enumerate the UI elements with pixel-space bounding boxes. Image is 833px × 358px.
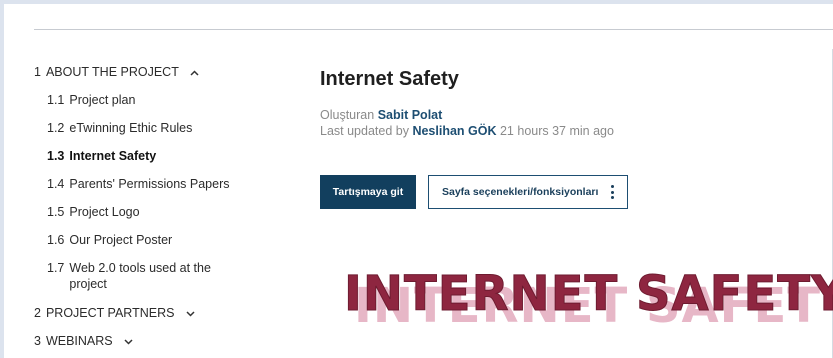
page-project-plan[interactable]: 1.1 Project plan (47, 92, 135, 108)
page-web-tools[interactable]: 1.7 Web 2.0 tools used at the project (47, 260, 227, 292)
internet-safety-banner-image: INTERNET SAFETY INTERNET SAFETY (344, 270, 833, 336)
chevron-down-icon[interactable] (124, 339, 133, 345)
section-number: 3 (34, 334, 41, 348)
page-number: 1.7 (47, 261, 65, 275)
page-number: 1.6 (47, 233, 65, 247)
section-about-the-project[interactable]: 1 ABOUT THE PROJECT (34, 64, 199, 80)
page-parents-permissions-papers[interactable]: 1.4 Parents' Permissions Papers (47, 176, 229, 192)
page-title: Internet Safety (320, 68, 459, 90)
page-label: Our Project Poster (69, 233, 173, 247)
updated-by-line: Last updated by Neslihan GÖK 21 hours 37… (320, 124, 614, 138)
created-prefix: Oluşturan (320, 108, 375, 122)
chevron-down-icon[interactable] (186, 311, 195, 317)
page-project-logo[interactable]: 1.5 Project Logo (47, 204, 140, 220)
updated-time: 21 hours 37 min ago (499, 124, 614, 138)
section-project-partners[interactable]: 2 PROJECT PARTNERS (34, 305, 195, 321)
top-divider (34, 29, 833, 30)
more-vertical-icon (611, 185, 614, 202)
page-label: Internet Safety (69, 149, 157, 163)
section-number: 1 (34, 65, 41, 79)
page-label: Project Logo (69, 205, 140, 219)
page-label: eTwinning Ethic Rules (69, 121, 193, 135)
page-label: Parents' Permissions Papers (69, 177, 230, 191)
page-label: Project plan (69, 93, 136, 107)
page-number: 1.2 (47, 121, 65, 135)
creator-link[interactable]: Sabit Polat (378, 108, 443, 122)
page-etwinning-ethic-rules[interactable]: 1.2 eTwinning Ethic Rules (47, 120, 192, 136)
section-label: ABOUT THE PROJECT (45, 65, 179, 79)
page-number: 1.5 (47, 205, 65, 219)
page-number: 1.1 (47, 93, 65, 107)
banner-text: INTERNET SAFETY (344, 266, 833, 322)
updated-prefix: Last updated by (320, 124, 409, 138)
page-number: 1.4 (47, 177, 65, 191)
page-options-button[interactable]: Sayfa seçenekleri/fonksiyonları (428, 175, 628, 209)
section-label: WEBINARS (45, 334, 113, 348)
page-internet-safety[interactable]: 1.3 Internet Safety (47, 148, 156, 164)
page-options-label: Sayfa seçenekleri/fonksiyonları (442, 186, 599, 198)
go-to-discussion-button[interactable]: Tartışmaya git (320, 175, 416, 209)
page-number: 1.3 (47, 149, 65, 163)
page-label: Web 2.0 tools used at the project (69, 261, 211, 291)
page-our-project-poster[interactable]: 1.6 Our Project Poster (47, 232, 172, 248)
updater-link[interactable]: Neslihan GÖK (412, 124, 496, 138)
section-label: PROJECT PARTNERS (45, 306, 175, 320)
section-webinars[interactable]: 3 WEBINARS (34, 333, 133, 349)
chevron-up-icon[interactable] (190, 70, 199, 76)
page: 1 ABOUT THE PROJECT 1.1 Project plan 1.2 eT… (4, 4, 833, 358)
created-by-line: Oluşturan Sabit Polat (320, 108, 442, 122)
section-number: 2 (34, 306, 41, 320)
